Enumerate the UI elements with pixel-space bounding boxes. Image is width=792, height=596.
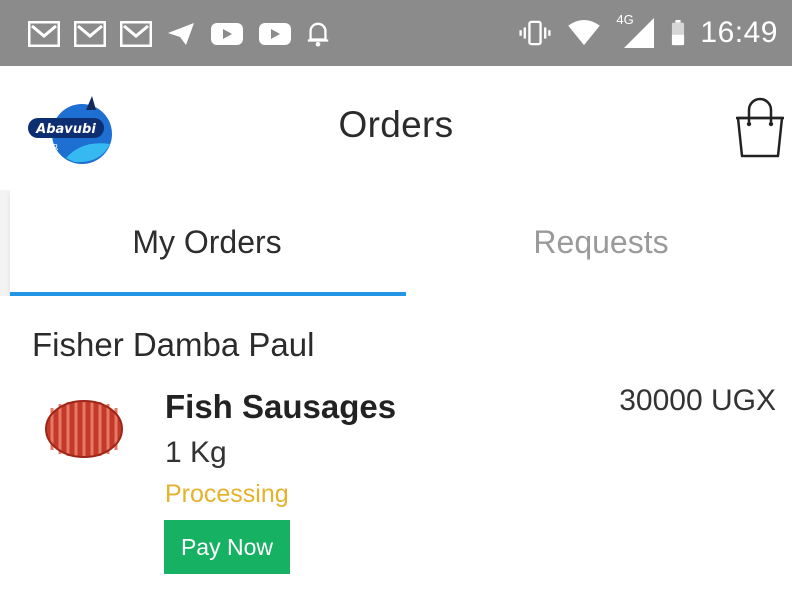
telegram-icon — [168, 23, 194, 45]
pay-now-button[interactable]: Pay Now — [164, 520, 290, 574]
shopping-bag-icon[interactable] — [732, 94, 788, 160]
product-quantity: 1 Kg — [165, 436, 227, 469]
product-price: 30000 UGX — [619, 384, 776, 417]
system-icons: 4G 16:49 — [518, 12, 778, 52]
bell-icon — [307, 22, 329, 47]
gmail-icon — [120, 21, 152, 47]
sausage-product-image — [45, 400, 123, 458]
notification-icons — [28, 18, 330, 50]
gmail-icon — [74, 21, 106, 47]
tab-my-orders[interactable]: My Orders — [10, 190, 404, 296]
product-name: Fish Sausages — [165, 388, 397, 425]
wifi-icon — [568, 20, 601, 46]
page-title: Orders — [338, 104, 454, 145]
network-type-label: 4G — [616, 12, 634, 27]
fisher-name: Fisher Damba Paul — [32, 326, 315, 363]
order-status: Processing — [165, 480, 289, 508]
signal-4g-icon: 4G — [616, 12, 656, 50]
status-bar: 4G 16:49 — [0, 0, 792, 66]
clock: 16:49 — [700, 16, 778, 49]
gmail-icon — [28, 21, 60, 47]
vibrate-icon — [519, 20, 551, 46]
app-bar: Abavubi FISHER Orders — [0, 66, 792, 190]
youtube-icon — [211, 23, 243, 45]
youtube-icon — [259, 23, 291, 45]
order-tabs: My Orders Requests — [10, 190, 792, 297]
battery-icon — [672, 20, 685, 46]
order-card: Fisher Damba Paul Fish Sausages 30000 UG… — [0, 296, 792, 596]
tab-requests[interactable]: Requests — [404, 190, 792, 296]
